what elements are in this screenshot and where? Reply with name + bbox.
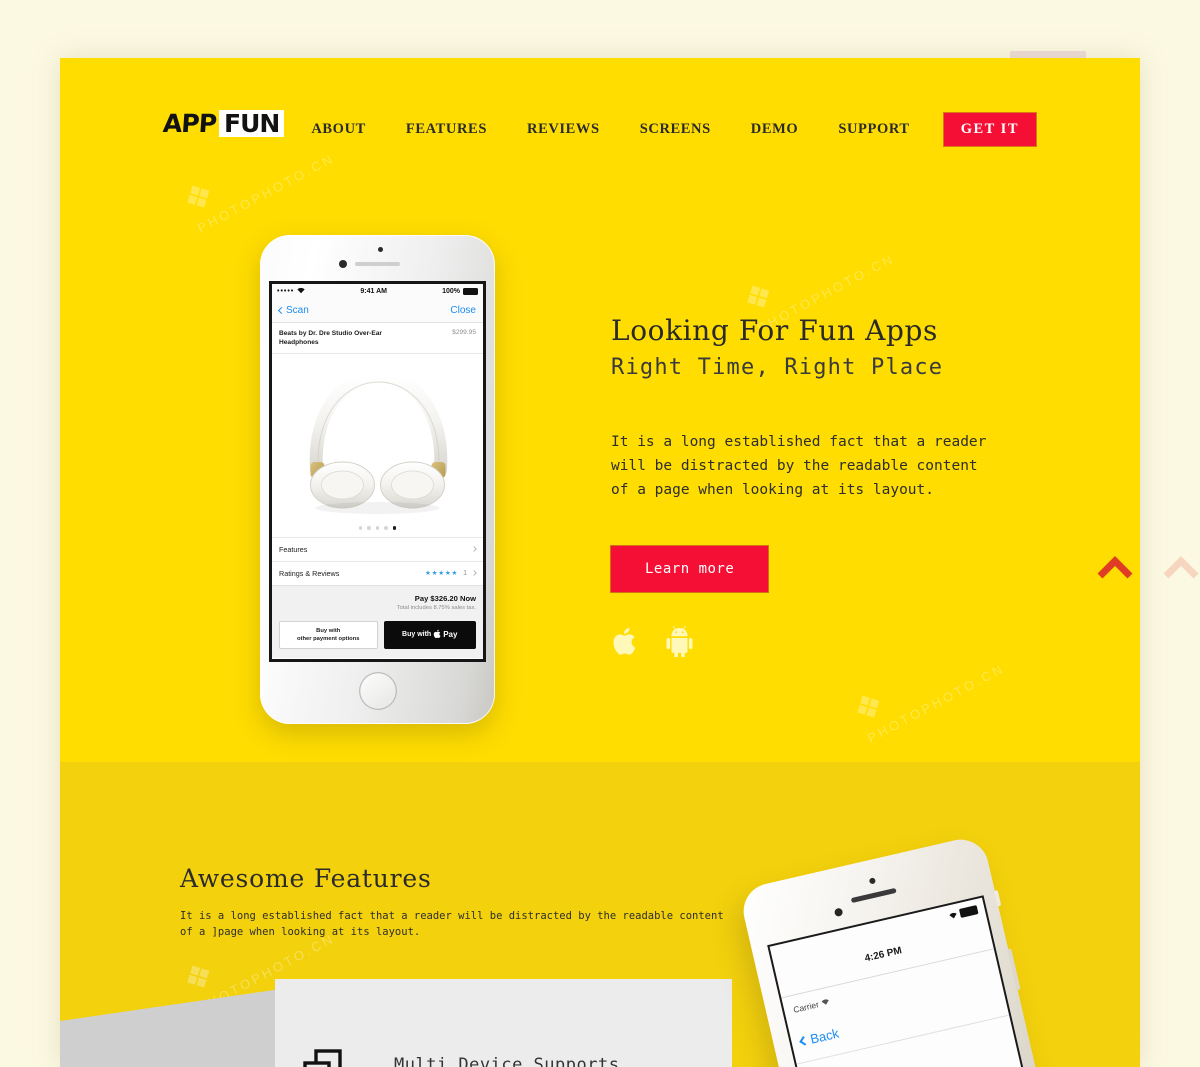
phone-mockup-primary: ••••• 9:41 AM 100% Scan Close Beats by D…: [260, 235, 495, 724]
chevron-left-icon: [277, 306, 286, 315]
ios-nav-bar: Scan Close: [272, 299, 483, 323]
nav-item-features[interactable]: FEATURES: [386, 121, 507, 138]
store-badges: [611, 626, 1081, 657]
wifi-icon: [821, 997, 831, 1009]
nav-item-screens[interactable]: SCREENS: [620, 121, 731, 138]
apple-pay-prefix: Buy with: [402, 631, 432, 638]
phone2-screen: 4:26 PM Carrier Back: [767, 895, 1043, 1067]
product-header-row: Beats by Dr. Dre Studio Over-Ear Headpho…: [272, 323, 483, 354]
feature-card-multi-device[interactable]: Multi Device Supports It is a long estab…: [60, 979, 732, 1067]
payment-summary: Pay $326.20 Now Total includes 8.75% sal…: [272, 584, 483, 617]
battery-icon: [958, 905, 979, 918]
carousel-dot[interactable]: [358, 526, 363, 530]
feature-card-body: [275, 979, 732, 1067]
ratings-value-group: ★★★★★ 1: [424, 569, 477, 577]
features-row[interactable]: Features: [272, 536, 483, 561]
phone2-back-button[interactable]: Back: [799, 1026, 840, 1049]
ios-battery: 100%: [442, 288, 478, 295]
back-to-top-control[interactable]: [1095, 552, 1200, 584]
chevron-left-icon: [799, 1036, 809, 1046]
chevron-up-icon[interactable]: [1095, 552, 1135, 584]
wifi-icon: [297, 287, 305, 296]
close-button[interactable]: Close: [450, 305, 476, 316]
product-price: $299.95: [452, 329, 476, 336]
star-rating-icon: ★★★★★: [424, 570, 459, 577]
nav-item-about[interactable]: ABOUT: [291, 121, 386, 138]
scan-label: Scan: [286, 305, 309, 316]
phone-screen: ••••• 9:41 AM 100% Scan Close Beats by D…: [269, 281, 486, 662]
nav-item-demo[interactable]: DEMO: [731, 121, 819, 138]
carousel-dot[interactable]: [367, 526, 371, 530]
features-subtitle: It is a long established fact that a rea…: [180, 910, 724, 938]
phone2-back-label: Back: [808, 1025, 841, 1047]
apple-icon[interactable]: [611, 626, 637, 657]
android-icon[interactable]: [665, 626, 694, 657]
carrier-label: Carrier: [792, 999, 820, 1015]
other-payment-line2: other payment options: [297, 635, 360, 642]
signal-dots-icon: •••••: [277, 288, 295, 295]
other-payment-options-button[interactable]: Buy with other payment options: [279, 620, 378, 649]
scan-back-button[interactable]: Scan: [277, 305, 309, 316]
carousel-dots[interactable]: [272, 522, 483, 537]
apple-logo-icon: [433, 629, 441, 641]
logo-text-fun: FUN: [219, 110, 285, 137]
nav-item-reviews[interactable]: REVIEWS: [507, 121, 620, 138]
carousel-dot[interactable]: [384, 526, 388, 530]
phone-sensor-icon: [378, 247, 383, 252]
ratings-row-label: Ratings & Reviews: [279, 568, 340, 578]
ratings-row[interactable]: Ratings & Reviews ★★★★★ 1: [272, 560, 483, 585]
phone-camera-icon: [339, 260, 347, 268]
other-payment-line1: Buy with: [316, 627, 341, 634]
features-heading: Awesome Features: [180, 864, 432, 893]
pay-amount-label: Pay $326.20 Now: [414, 593, 476, 603]
product-image: [272, 354, 483, 522]
ios-status-bar: ••••• 9:41 AM 100%: [272, 284, 483, 299]
hero-text-block: Looking For Fun Apps Right Time, Right P…: [611, 313, 1081, 657]
logo-text-app: APP: [161, 109, 218, 138]
hero-heading: Looking For Fun Apps: [611, 314, 938, 347]
ios-clock: 9:41 AM: [360, 288, 387, 295]
phone2-sensor-icon: [868, 877, 876, 885]
chevron-right-icon: [471, 546, 477, 552]
apple-pay-button[interactable]: Buy with Pay: [383, 620, 476, 649]
carousel-dot-active[interactable]: [392, 526, 397, 530]
get-it-button[interactable]: GET IT: [943, 113, 1036, 146]
site-panel: ❖ PHOTOPHOTO.CN ❖ PHOTOPHOTO.CN ❖ PHOTOP…: [60, 58, 1140, 1067]
hero-subheading: Right Time, Right Place: [611, 355, 944, 380]
page-root: ❖ PHOTOPHOTO.CN ❖ PHOTOPHOTO.CN ❖ PHOTOP…: [0, 0, 1200, 1067]
battery-percent-label: 100%: [442, 288, 460, 295]
phone-home-button[interactable]: [359, 672, 397, 710]
tax-note: Total includes 8.75% sales tax.: [396, 604, 476, 611]
learn-more-button[interactable]: Learn more: [611, 546, 769, 592]
main-navigation: ABOUT FEATURES REVIEWS SCREENS DEMO SUPP…: [291, 113, 1036, 146]
feature-card-title: Multi Device Supports: [394, 1055, 620, 1067]
phone2-camera-icon: [833, 907, 844, 918]
site-logo[interactable]: APP FUN: [161, 109, 285, 138]
chevron-up-icon-ghost: [1163, 556, 1199, 579]
multi-device-squares-icon: [303, 1049, 343, 1067]
battery-icon: [463, 288, 478, 295]
phone2-clock: 4:26 PM: [863, 945, 903, 965]
chevron-right-icon: [471, 570, 477, 576]
nav-item-support[interactable]: SUPPORT: [818, 121, 929, 138]
features-row-label: Features: [279, 544, 308, 554]
ratings-count: 1: [463, 569, 467, 577]
phone2-carrier: Carrier: [792, 997, 830, 1015]
phone2-speaker: [850, 887, 897, 904]
payment-buttons: Buy with other payment options Buy with …: [272, 616, 483, 658]
phone2-battery: [948, 905, 979, 920]
phone-speaker: [355, 262, 400, 266]
product-title: Beats by Dr. Dre Studio Over-Ear Headpho…: [279, 330, 382, 346]
carousel-dot[interactable]: [375, 526, 380, 530]
apple-pay-label: Pay: [443, 630, 458, 639]
hero-paragraph: It is a long established fact that a rea…: [611, 434, 987, 498]
